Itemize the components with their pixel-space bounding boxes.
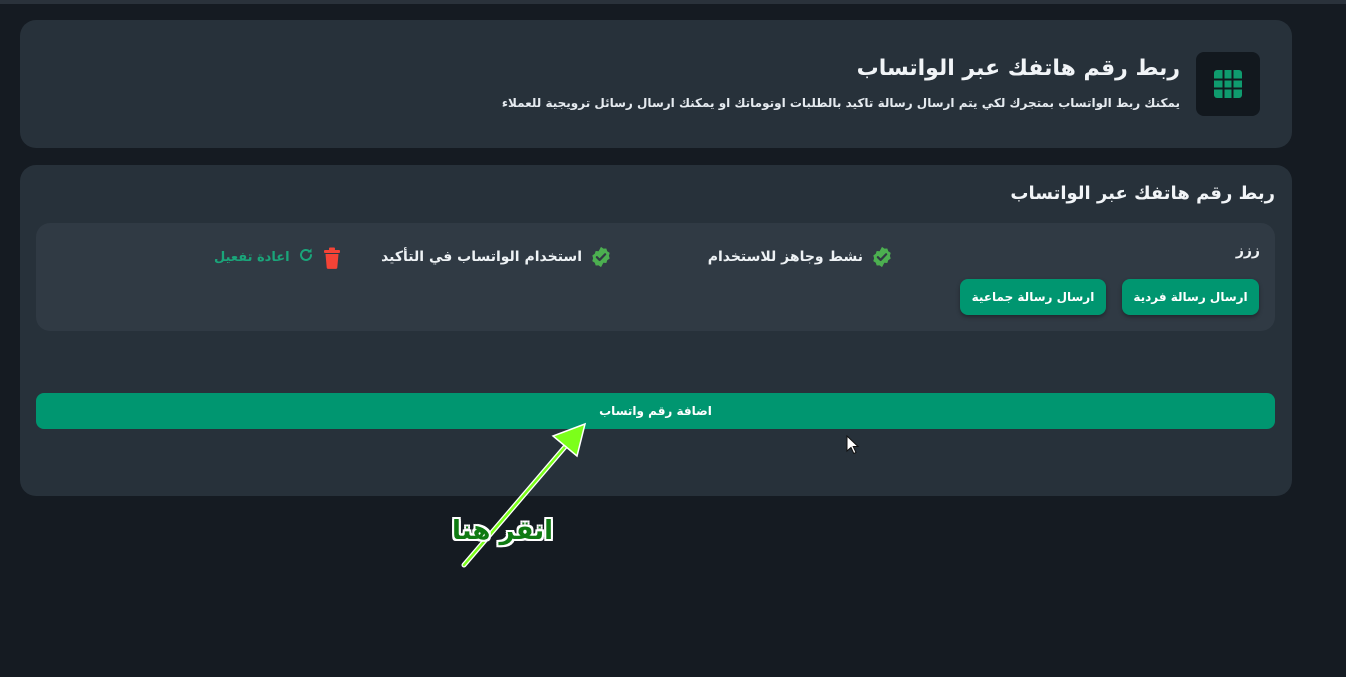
add-whatsapp-number-button[interactable]: اضافة رقم واتساب <box>36 393 1275 429</box>
send-single-message-button[interactable]: ارسال رسالة فردية <box>1122 279 1259 315</box>
check-badge-icon <box>871 246 893 268</box>
check-badge-icon <box>590 246 612 268</box>
reactivate-label: اعادة تفعيل <box>214 249 290 265</box>
status-confirm-label: استخدام الواتساب في التأكيد <box>381 249 582 265</box>
send-group-message-button[interactable]: ارسال رسالة جماعية <box>960 279 1106 315</box>
annotation-arrow-icon <box>461 422 587 568</box>
status-confirm: استخدام الواتساب في التأكيد <box>381 245 612 269</box>
page-subtitle: يمكنك ربط الواتساب بمتجرك لكي يتم ارسال … <box>501 96 1180 110</box>
reactivate-link[interactable]: اعادة تفعيل <box>214 247 314 267</box>
whatsapp-section-card: ربط رقم هاتفك عبر الواتساب ززز نشط وجاهز… <box>20 165 1292 496</box>
mouse-cursor-icon <box>846 435 860 455</box>
annotation-click-here: انقر هنا <box>452 516 554 546</box>
device-name: ززز <box>1235 243 1260 259</box>
status-active-label: نشط وجاهز للاستخدام <box>707 249 863 265</box>
section-title: ربط رقم هاتفك عبر الواتساب <box>1010 183 1275 204</box>
status-active: نشط وجاهز للاستخدام <box>708 245 893 269</box>
trash-icon[interactable] <box>323 247 341 269</box>
top-bar <box>0 0 1346 4</box>
page-title: ربط رقم هاتفك عبر الواتساب <box>856 56 1180 81</box>
grid-icon <box>1196 52 1260 116</box>
refresh-icon <box>298 247 314 267</box>
device-panel: ززز نشط وجاهز للاستخدام استخدام الواتساب… <box>36 223 1275 331</box>
header-card: ربط رقم هاتفك عبر الواتساب يمكنك ربط الو… <box>20 20 1292 148</box>
